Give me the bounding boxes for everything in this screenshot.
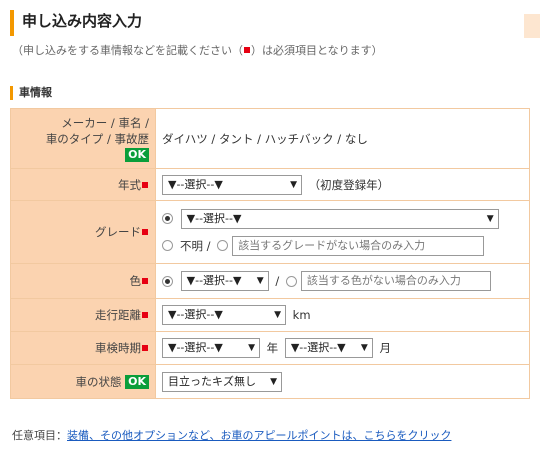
mileage-select[interactable]: ▼--選択--▼ ▼ xyxy=(162,305,286,325)
year-note: （初度登録年） xyxy=(308,177,390,192)
ok-badge: OK xyxy=(125,147,149,162)
inspection-month-select[interactable]: ▼--選択--▼ ▼ xyxy=(284,338,373,358)
page-header: 申し込み内容入力 xyxy=(10,10,510,36)
color-select-radio[interactable] xyxy=(162,275,173,287)
label-inspection: 車検時期 xyxy=(95,341,141,355)
page-subtitle: （申し込みをする車情報などを記載ください（ ）は必須項目となります） xyxy=(12,44,383,57)
label-condition: 車の状態 xyxy=(75,374,122,389)
dropdown-arrow-icon: ▼ xyxy=(290,179,297,190)
required-mark-icon xyxy=(142,345,148,351)
grade-other-input[interactable]: 該当するグレードがない場合のみ入力 xyxy=(232,235,485,256)
label-grade: グレード xyxy=(95,225,141,239)
required-mark-icon xyxy=(142,229,148,235)
row-mileage: 走行距離 ▼--選択--▼ ▼ km xyxy=(10,298,530,332)
page-title: 申し込み内容入力 xyxy=(22,12,143,30)
required-mark-icon xyxy=(244,47,250,53)
dropdown-arrow-icon: ▼ xyxy=(486,213,494,224)
maker-value: ダイハツ / タント / ハッチバック / なし xyxy=(155,108,530,169)
optional-prefix: 任意項目： xyxy=(12,429,67,442)
grade-select[interactable]: ▼--選択--▼ ▼ xyxy=(180,208,499,229)
optional-items: 任意項目：装備、その他オプションなど、お車のアピールポイントは、こちらをクリック xyxy=(12,427,451,443)
inspection-year-unit: 年 xyxy=(266,341,279,355)
section-title: 車情報 xyxy=(10,86,52,100)
inspection-year-select[interactable]: ▼--選択--▼ ▼ xyxy=(162,338,260,358)
appeal-points-link[interactable]: 装備、その他オプションなど、お車のアピールポイントは、こちらをクリック xyxy=(67,429,451,442)
label-color: 色 xyxy=(129,274,142,288)
dropdown-arrow-icon: ▼ xyxy=(248,343,255,353)
dropdown-arrow-icon: ▼ xyxy=(270,376,277,387)
row-color: 色 ▼--選択--▼ ▼ / 該当する色がない場合のみ入力 xyxy=(10,263,530,299)
label-maker: メーカー / 車名 / 車のタイプ / 事故歴 OK xyxy=(10,108,156,169)
row-year: 年式 ▼--選択--▼ ▼ （初度登録年） xyxy=(10,168,530,201)
dropdown-arrow-icon: ▼ xyxy=(256,276,264,286)
condition-select[interactable]: 目立ったキズ無し ▼ xyxy=(162,371,282,392)
color-slash: / xyxy=(275,274,280,288)
mileage-unit: km xyxy=(292,308,311,322)
label-mileage: 走行距離 xyxy=(95,308,141,322)
side-tab[interactable] xyxy=(524,14,540,38)
inspection-month-unit: 月 xyxy=(379,341,391,355)
grade-select-radio[interactable] xyxy=(162,213,173,224)
required-mark-icon xyxy=(142,181,148,188)
row-condition: 車の状態 OK 目立ったキズ無し ▼ xyxy=(10,364,530,399)
dropdown-arrow-icon: ▼ xyxy=(360,343,368,353)
grade-unknown-label: 不明 / xyxy=(180,238,211,253)
color-other-radio[interactable] xyxy=(285,275,297,287)
color-other-input[interactable]: 該当する色がない場合のみ入力 xyxy=(300,271,491,291)
row-maker: メーカー / 車名 / 車のタイプ / 事故歴 OK ダイハツ / タント / … xyxy=(10,108,530,169)
year-select[interactable]: ▼--選択--▼ ▼ xyxy=(162,174,302,195)
dropdown-arrow-icon: ▼ xyxy=(274,310,281,320)
ok-badge: OK xyxy=(125,375,149,389)
label-year: 年式 xyxy=(118,177,141,192)
car-info-form: メーカー / 車名 / 車のタイプ / 事故歴 OK ダイハツ / タント / … xyxy=(10,108,530,399)
required-mark-icon xyxy=(142,278,148,284)
required-mark-icon xyxy=(142,312,148,318)
color-select[interactable]: ▼--選択--▼ ▼ xyxy=(180,271,269,291)
grade-other-radio[interactable] xyxy=(217,240,229,251)
row-grade: グレード ▼--選択--▼ ▼ 不明 / 該当するグレードがない場合のみ入力 xyxy=(10,200,530,264)
row-inspection: 車検時期 ▼--選択--▼ ▼ 年 ▼--選択--▼ ▼ 月 xyxy=(10,331,530,365)
grade-unknown-radio[interactable] xyxy=(162,240,173,251)
